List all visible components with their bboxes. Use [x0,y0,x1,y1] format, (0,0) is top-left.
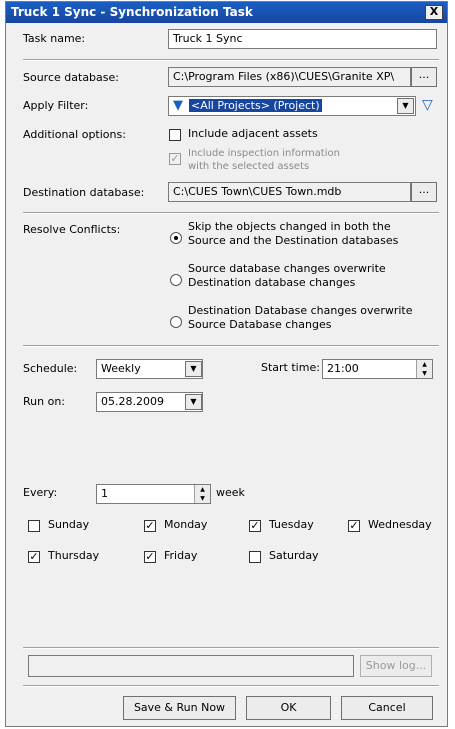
start-time-label: Start time: [261,361,320,374]
tuesday-label: Tuesday [269,518,314,531]
sunday-label: Sunday [48,518,90,531]
source-browse-button[interactable]: ... [411,67,437,87]
conflict-skip-radio[interactable] [170,232,182,244]
show-log-button[interactable]: Show log... [360,655,432,677]
separator [23,647,439,649]
separator [23,685,439,687]
dialog-title: Truck 1 Sync - Synchronization Task [11,5,253,19]
filter-settings-icon[interactable]: ▽ [422,98,433,112]
include-adjacent-label: Include adjacent assets [188,127,318,140]
sunday-checkbox[interactable] [28,520,40,532]
every-unit-label: week [216,486,245,499]
progress-bar [28,655,354,677]
start-time-spinner[interactable]: ▲ ▼ [416,360,432,378]
resolve-conflicts-label: Resolve Conflicts: [23,223,121,236]
run-on-dropdown-arrow[interactable]: ▼ [185,394,202,410]
conflict-destination-overwrite-line2: Source Database changes [188,318,332,331]
friday-label: Friday [164,549,198,562]
thursday-checkbox[interactable]: ✓ [28,551,40,563]
conflict-source-overwrite-line2: Destination database changes [188,276,356,289]
ok-button[interactable]: OK [246,696,331,720]
wednesday-checkbox[interactable]: ✓ [348,520,360,532]
task-name-label: Task name: [23,32,86,45]
dialog-title-bar[interactable]: Truck 1 Sync - Synchronization Task X [6,2,447,23]
include-inspection-label-line2: with the selected assets [188,161,310,172]
conflict-skip-line1: Skip the objects changed in both the [188,220,391,233]
conflict-destination-overwrite-line1: Destination Database changes overwrite [188,304,413,317]
saturday-label: Saturday [269,549,319,562]
source-database-field[interactable]: C:\Program Files (x86)\CUES\Granite XP\ [168,67,411,87]
conflict-source-overwrite-radio[interactable] [170,274,182,286]
conflict-destination-overwrite-radio[interactable] [170,316,182,328]
separator [23,345,439,347]
sync-task-dialog: Truck 1 Sync - Synchronization Task X Ta… [5,1,448,727]
filter-selected-value: <All Projects> (Project) [189,99,322,112]
destination-browse-button[interactable]: ... [411,182,437,202]
close-button[interactable]: X [425,5,443,20]
separator [23,59,439,61]
monday-checkbox[interactable]: ✓ [144,520,156,532]
conflict-skip-line2: Source and the Destination databases [188,234,399,247]
save-run-now-button[interactable]: Save & Run Now [123,696,236,720]
conflict-source-overwrite-line1: Source database changes overwrite [188,262,386,275]
every-label: Every: [23,486,58,499]
task-name-input[interactable]: Truck 1 Sync [168,29,437,49]
additional-options-label: Additional options: [23,128,126,141]
wednesday-label: Wednesday [368,518,432,531]
include-adjacent-checkbox[interactable] [169,129,181,141]
filter-icon: ▼ [173,98,183,113]
run-on-label: Run on: [23,395,65,408]
thursday-label: Thursday [48,549,100,562]
include-inspection-label-line1: Include inspection information [188,148,340,159]
schedule-dropdown-arrow[interactable]: ▼ [185,361,202,377]
separator [23,212,439,214]
monday-label: Monday [164,518,208,531]
filter-dropdown-arrow[interactable]: ▼ [397,98,414,114]
source-database-label: Source database: [23,71,119,84]
saturday-checkbox[interactable] [249,551,261,563]
schedule-label: Schedule: [23,362,78,375]
friday-checkbox[interactable]: ✓ [144,551,156,563]
cancel-button[interactable]: Cancel [341,696,433,720]
apply-filter-label: Apply Filter: [23,99,89,112]
filter-select[interactable]: <All Projects> (Project) [168,96,416,116]
include-inspection-checkbox[interactable]: ✓ [169,153,181,165]
destination-database-field[interactable]: C:\CUES Town\CUES Town.mdb [168,182,411,202]
every-interval-spinner[interactable]: ▲ ▼ [194,485,210,503]
destination-database-label: Destination database: [23,186,145,199]
tuesday-checkbox[interactable]: ✓ [249,520,261,532]
close-icon: X [429,5,439,18]
